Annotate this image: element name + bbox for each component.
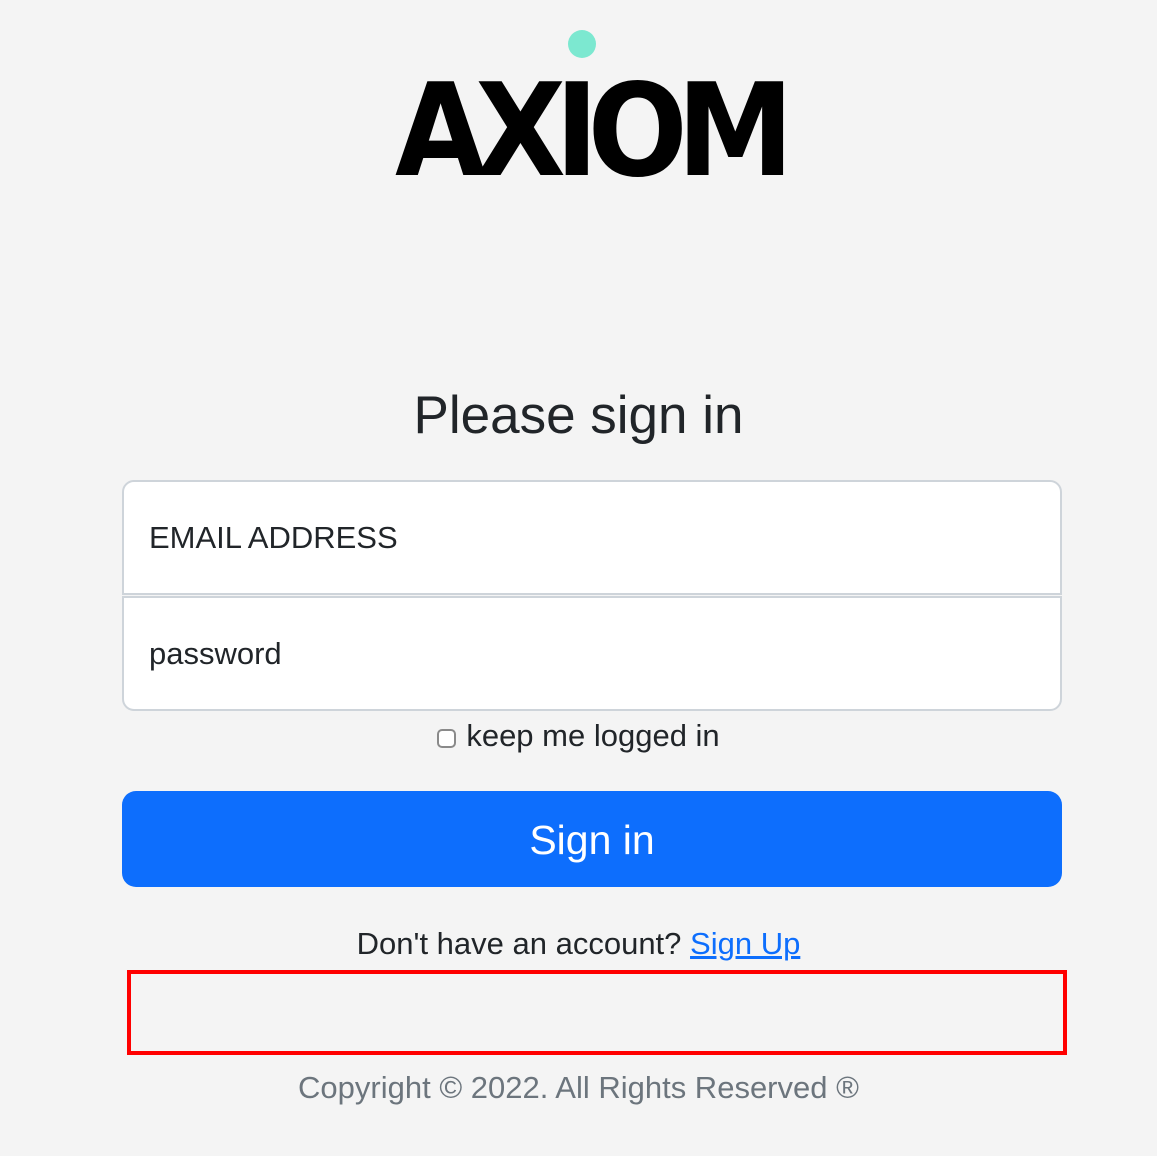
sign-in-button[interactable]: Sign in: [122, 791, 1062, 887]
axiom-logo: AXIOM: [395, 28, 795, 206]
remember-me-checkbox[interactable]: [437, 729, 457, 748]
logo-wordmark: AXIOM: [395, 57, 794, 206]
logo-accent-dot: [568, 30, 596, 58]
page-title: Please sign in: [413, 386, 744, 445]
signup-prompt-text: Don't have an account?: [356, 926, 691, 961]
highlight-box: [127, 970, 1067, 1055]
remember-me-row: keep me logged in: [0, 716, 1157, 756]
email-field[interactable]: [122, 480, 1062, 595]
sign-up-link[interactable]: Sign Up: [690, 926, 800, 961]
copyright-text: Copyright © 2022. All Rights Reserved ®: [298, 1070, 859, 1105]
remember-me-label[interactable]: keep me logged in: [466, 718, 719, 753]
password-field[interactable]: [122, 596, 1062, 711]
signup-prompt: Don't have an account? Sign Up: [0, 924, 1157, 964]
